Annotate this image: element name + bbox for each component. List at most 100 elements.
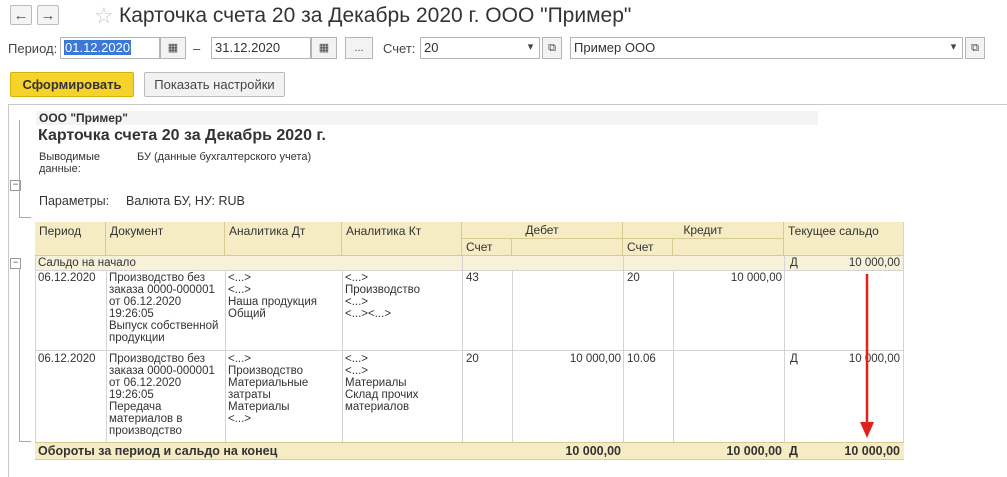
col-debit-amount (512, 239, 623, 256)
analytics-line: <...> (345, 365, 369, 377)
calendar-icon: ▦ (167, 42, 179, 54)
favorite-star-icon[interactable]: ☆ (94, 3, 114, 29)
row1-credit-account: 20 (627, 272, 640, 284)
row2-analytics-kt: <...> <...> Материалы Склад прочих матер… (345, 353, 418, 413)
annotation-arrow-icon (860, 274, 874, 438)
generate-button[interactable]: Сформировать (10, 72, 134, 97)
period-from-input[interactable]: 01.12.2020 (60, 37, 160, 59)
document-line: заказа 0000-000001 (109, 284, 215, 296)
row1-document: Производство без заказа 0000-000001 от 0… (109, 272, 218, 344)
grid-line (673, 270, 674, 442)
col-credit-amount (673, 239, 784, 256)
totals-credit: 10 000,00 (726, 444, 782, 458)
page-title: Карточка счета 20 за Декабрь 2020 г. ООО… (119, 4, 632, 27)
analytics-line: Склад прочих (345, 389, 419, 401)
grid-line (462, 256, 463, 442)
report-left-border (8, 104, 9, 477)
report-org: ООО "Пример" (39, 111, 128, 125)
col-credit: Кредит (623, 222, 784, 239)
row2-analytics-dt: <...> Производство Материальные затраты … (228, 353, 308, 425)
row2-document: Производство без заказа 0000-000001 от 0… (109, 353, 215, 437)
analytics-line: <...> (345, 296, 369, 308)
grid-line (623, 256, 624, 442)
grid-line (903, 222, 904, 442)
params-label: Параметры: (39, 194, 110, 208)
document-line: продукции (109, 332, 165, 344)
document-line: от 06.12.2020 (109, 296, 182, 308)
grid-line (342, 270, 343, 442)
calendar-to-button[interactable]: ▦ (311, 37, 337, 59)
open-form-icon: ⧉ (548, 42, 556, 54)
rows-group-line (19, 268, 20, 442)
document-line: от 06.12.2020 (109, 377, 182, 389)
account-open-button[interactable]: ⧉ (542, 37, 562, 59)
account-label: Счет: (383, 41, 416, 56)
grid-line (106, 270, 107, 442)
organization-dropdown-button[interactable]: ▾ (944, 37, 963, 59)
grid-line (784, 256, 785, 442)
col-debit-account: Счет (462, 239, 512, 256)
arrow-left-icon: ← (13, 7, 29, 24)
show-settings-button[interactable]: Показать настройки (144, 72, 285, 97)
col-analytics-dt: Аналитика Дт (225, 222, 342, 256)
document-line: Производство без (109, 272, 206, 284)
analytics-line: Общий (228, 308, 266, 320)
arrow-right-icon: → (40, 7, 56, 24)
row2-credit-account: 10.06 (627, 353, 656, 365)
analytics-line: Производство (345, 284, 420, 296)
params-value: Валюта БУ, НУ: RUB (126, 194, 245, 208)
org-header-band (36, 111, 818, 125)
row1-credit-amount: 10 000,00 (730, 272, 782, 284)
col-period: Период (35, 222, 106, 256)
analytics-line: <...> (228, 284, 252, 296)
open-form-icon: ⧉ (971, 42, 979, 54)
organization-input[interactable]: Пример ООО (570, 37, 963, 59)
totals-balance: 10 000,00 (844, 444, 900, 458)
chevron-down-icon: ▾ (950, 41, 957, 53)
totals-debit: 10 000,00 (565, 444, 621, 458)
grid-line (35, 350, 904, 351)
opening-row (35, 256, 904, 270)
back-button[interactable]: ← (10, 5, 32, 25)
analytics-line: Материалы (228, 401, 290, 413)
period-from-value: 01.12.2020 (64, 40, 132, 55)
document-line: Выпуск собственной (109, 320, 219, 332)
period-to-input[interactable]: 31.12.2020 (211, 37, 311, 59)
analytics-line: Материалы (345, 377, 407, 389)
account-dropdown-button[interactable]: ▾ (521, 37, 540, 59)
rows-group-line-end (19, 441, 31, 442)
document-line: производство (109, 425, 182, 437)
report-top-border (8, 104, 1007, 105)
header-group-line-end (19, 217, 31, 218)
opening-side: Д (790, 257, 798, 269)
calendar-from-button[interactable]: ▦ (160, 37, 186, 59)
grid-line (35, 256, 36, 442)
col-balance: Текущее сальдо (784, 222, 904, 256)
calendar-icon: ▦ (318, 42, 330, 54)
organization-open-button[interactable]: ⧉ (965, 37, 985, 59)
period-select-button[interactable]: ... (345, 37, 373, 59)
row1-debit-account: 43 (466, 272, 479, 284)
col-analytics-kt: Аналитика Кт (342, 222, 462, 256)
analytics-line: <...> (228, 272, 252, 284)
document-line: заказа 0000-000001 (109, 365, 215, 377)
totals-side: Д (789, 444, 798, 458)
analytics-line: <...> (228, 413, 252, 425)
grid-line (35, 270, 904, 271)
document-line: Передача (109, 401, 162, 413)
document-line: 19:26:05 (109, 389, 154, 401)
document-line: материалов в (109, 413, 183, 425)
grid-line (512, 270, 513, 442)
report-heading: Карточка счета 20 за Декабрь 2020 г. (38, 127, 326, 144)
document-line: Производство без (109, 353, 206, 365)
col-credit-account: Счет (623, 239, 673, 256)
forward-button[interactable]: → (37, 5, 59, 25)
analytics-line: <...> (345, 272, 369, 284)
analytics-line: <...> (228, 353, 252, 365)
chevron-down-icon: ▾ (527, 41, 534, 53)
period-label: Период: (8, 41, 58, 56)
analytics-line: материалов (345, 401, 410, 413)
analytics-line: Наша продукция (228, 296, 318, 308)
row1-analytics-dt: <...> <...> Наша продукция Общий (228, 272, 317, 320)
analytics-line: <...><...> (345, 308, 392, 320)
